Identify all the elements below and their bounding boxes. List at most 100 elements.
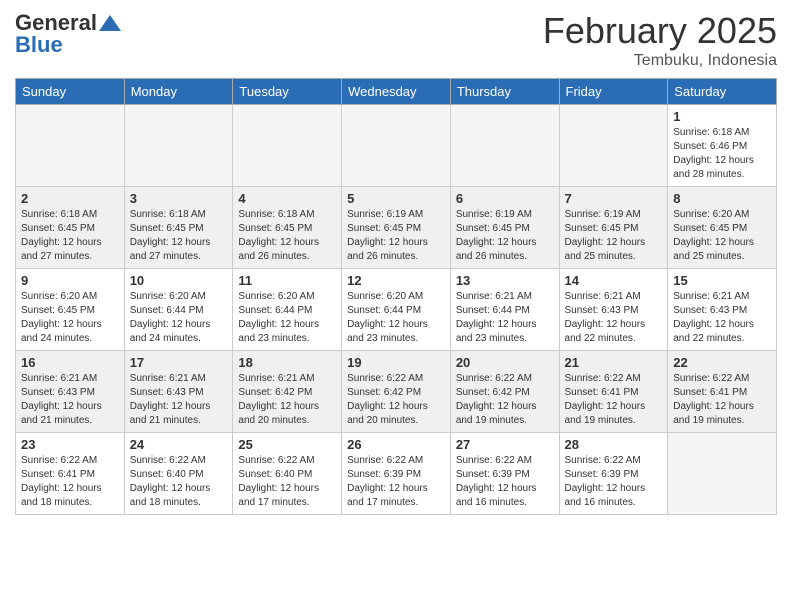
title-area: February 2025 Tembuku, Indonesia	[543, 10, 777, 70]
day-number: 22	[673, 355, 771, 370]
calendar-row-3: 16 Sunrise: 6:21 AM Sunset: 6:43 PM Dayli…	[16, 351, 777, 433]
calendar-cell: 15Sunrise: 6:21 AM Sunset: 6:43 PM Dayli…	[668, 269, 777, 351]
day-number: 5	[347, 191, 445, 206]
day-info: Sunrise: 6:21 AM Sunset: 6:43 PM Dayligh…	[673, 290, 771, 346]
day-info: Sunrise: 6:22 AM Sunset: 6:39 PM Dayligh…	[456, 454, 554, 510]
logo-icon	[99, 15, 121, 31]
day-number: 13	[456, 273, 554, 288]
calendar-cell: 6Sunrise: 6:19 AM Sunset: 6:45 PM Daylig…	[450, 187, 559, 269]
day-info: Sunrise: 6:21 AM Sunset: 6:43 PM Dayligh…	[21, 372, 119, 428]
day-number: 8	[673, 191, 771, 206]
calendar-cell	[559, 105, 668, 187]
calendar-cell: 10Sunrise: 6:20 AM Sunset: 6:44 PM Dayli…	[124, 269, 233, 351]
header: General Blue February 2025 Tembuku, Indo…	[15, 10, 777, 70]
day-info: Sunrise: 6:18 AM Sunset: 6:45 PM Dayligh…	[238, 208, 336, 264]
day-info: Sunrise: 6:19 AM Sunset: 6:45 PM Dayligh…	[456, 208, 554, 264]
day-number: 16	[21, 355, 119, 370]
calendar-cell	[668, 433, 777, 515]
day-number: 20	[456, 355, 554, 370]
col-header-saturday: Saturday	[668, 79, 777, 105]
calendar-cell: 12Sunrise: 6:20 AM Sunset: 6:44 PM Dayli…	[342, 269, 451, 351]
calendar-cell: 4 Sunrise: 6:18 AM Sunset: 6:45 PM Daylig…	[233, 187, 342, 269]
day-number: 14	[565, 273, 663, 288]
day-number: 17	[130, 355, 228, 370]
day-number: 21	[565, 355, 663, 370]
calendar-cell: 18 Sunrise: 6:21 AM Sunset: 6:42 PM Dayli…	[233, 351, 342, 433]
day-info: Sunrise: 6:20 AM Sunset: 6:45 PM Dayligh…	[673, 208, 771, 264]
day-info: Sunrise: 6:21 AM Sunset: 6:43 PM Dayligh…	[565, 290, 663, 346]
calendar-cell: 19 Sunrise: 6:22 AM Sunset: 6:42 PM Dayli…	[342, 351, 451, 433]
calendar-row-1: 2 Sunrise: 6:18 AM Sunset: 6:45 PM Daylig…	[16, 187, 777, 269]
day-info: Sunrise: 6:21 AM Sunset: 6:43 PM Dayligh…	[130, 372, 228, 428]
col-header-friday: Friday	[559, 79, 668, 105]
day-number: 28	[565, 437, 663, 452]
location: Tembuku, Indonesia	[543, 52, 777, 70]
day-number: 1	[673, 109, 771, 124]
calendar-cell: 23 Sunrise: 6:22 AM Sunset: 6:41 PM Dayli…	[16, 433, 125, 515]
logo: General Blue	[15, 10, 121, 58]
day-number: 23	[21, 437, 119, 452]
day-number: 4	[238, 191, 336, 206]
day-info: Sunrise: 6:22 AM Sunset: 6:42 PM Dayligh…	[347, 372, 445, 428]
calendar-cell: 8 Sunrise: 6:20 AM Sunset: 6:45 PM Daylig…	[668, 187, 777, 269]
calendar-cell	[16, 105, 125, 187]
day-number: 25	[238, 437, 336, 452]
day-number: 3	[130, 191, 228, 206]
day-info: Sunrise: 6:18 AM Sunset: 6:45 PM Dayligh…	[130, 208, 228, 264]
calendar-cell: 7Sunrise: 6:19 AM Sunset: 6:45 PM Daylig…	[559, 187, 668, 269]
calendar-cell: 20 Sunrise: 6:22 AM Sunset: 6:42 PM Dayli…	[450, 351, 559, 433]
calendar-cell	[233, 105, 342, 187]
day-info: Sunrise: 6:22 AM Sunset: 6:40 PM Dayligh…	[130, 454, 228, 510]
calendar-row-4: 23 Sunrise: 6:22 AM Sunset: 6:41 PM Dayli…	[16, 433, 777, 515]
day-number: 9	[21, 273, 119, 288]
calendar-cell: 22 Sunrise: 6:22 AM Sunset: 6:41 PM Dayli…	[668, 351, 777, 433]
day-info: Sunrise: 6:20 AM Sunset: 6:45 PM Dayligh…	[21, 290, 119, 346]
day-info: Sunrise: 6:22 AM Sunset: 6:39 PM Dayligh…	[565, 454, 663, 510]
calendar-cell: 1Sunrise: 6:18 AM Sunset: 6:46 PM Daylig…	[668, 105, 777, 187]
day-info: Sunrise: 6:20 AM Sunset: 6:44 PM Dayligh…	[238, 290, 336, 346]
logo-blue: Blue	[15, 32, 121, 58]
day-number: 2	[21, 191, 119, 206]
col-header-monday: Monday	[124, 79, 233, 105]
calendar-cell: 13 Sunrise: 6:21 AM Sunset: 6:44 PM Dayli…	[450, 269, 559, 351]
calendar-cell: 9 Sunrise: 6:20 AM Sunset: 6:45 PM Daylig…	[16, 269, 125, 351]
calendar-cell: 21 Sunrise: 6:22 AM Sunset: 6:41 PM Dayli…	[559, 351, 668, 433]
day-info: Sunrise: 6:22 AM Sunset: 6:40 PM Dayligh…	[238, 454, 336, 510]
day-info: Sunrise: 6:22 AM Sunset: 6:41 PM Dayligh…	[21, 454, 119, 510]
day-info: Sunrise: 6:19 AM Sunset: 6:45 PM Dayligh…	[347, 208, 445, 264]
day-info: Sunrise: 6:22 AM Sunset: 6:42 PM Dayligh…	[456, 372, 554, 428]
day-number: 27	[456, 437, 554, 452]
calendar-cell: 24 Sunrise: 6:22 AM Sunset: 6:40 PM Dayli…	[124, 433, 233, 515]
calendar-cell: 5 Sunrise: 6:19 AM Sunset: 6:45 PM Daylig…	[342, 187, 451, 269]
day-number: 26	[347, 437, 445, 452]
calendar-cell: 25 Sunrise: 6:22 AM Sunset: 6:40 PM Dayli…	[233, 433, 342, 515]
col-header-sunday: Sunday	[16, 79, 125, 105]
day-number: 24	[130, 437, 228, 452]
day-info: Sunrise: 6:21 AM Sunset: 6:44 PM Dayligh…	[456, 290, 554, 346]
day-info: Sunrise: 6:22 AM Sunset: 6:41 PM Dayligh…	[565, 372, 663, 428]
calendar-cell: 2 Sunrise: 6:18 AM Sunset: 6:45 PM Daylig…	[16, 187, 125, 269]
month-title: February 2025	[543, 10, 777, 52]
day-number: 7	[565, 191, 663, 206]
calendar-cell: 14 Sunrise: 6:21 AM Sunset: 6:43 PM Dayli…	[559, 269, 668, 351]
day-number: 10	[130, 273, 228, 288]
calendar-row-2: 9 Sunrise: 6:20 AM Sunset: 6:45 PM Daylig…	[16, 269, 777, 351]
day-info: Sunrise: 6:22 AM Sunset: 6:39 PM Dayligh…	[347, 454, 445, 510]
day-info: Sunrise: 6:21 AM Sunset: 6:42 PM Dayligh…	[238, 372, 336, 428]
day-number: 18	[238, 355, 336, 370]
calendar-cell: 27 Sunrise: 6:22 AM Sunset: 6:39 PM Dayli…	[450, 433, 559, 515]
day-info: Sunrise: 6:20 AM Sunset: 6:44 PM Dayligh…	[347, 290, 445, 346]
day-info: Sunrise: 6:22 AM Sunset: 6:41 PM Dayligh…	[673, 372, 771, 428]
calendar-cell: 28 Sunrise: 6:22 AM Sunset: 6:39 PM Dayli…	[559, 433, 668, 515]
day-number: 11	[238, 273, 336, 288]
calendar-table: SundayMondayTuesdayWednesdayThursdayFrid…	[15, 78, 777, 515]
day-number: 19	[347, 355, 445, 370]
calendar-cell: 26 Sunrise: 6:22 AM Sunset: 6:39 PM Dayli…	[342, 433, 451, 515]
header-row: SundayMondayTuesdayWednesdayThursdayFrid…	[16, 79, 777, 105]
day-info: Sunrise: 6:18 AM Sunset: 6:45 PM Dayligh…	[21, 208, 119, 264]
calendar-container: General Blue February 2025 Tembuku, Indo…	[0, 0, 792, 612]
calendar-cell	[342, 105, 451, 187]
col-header-thursday: Thursday	[450, 79, 559, 105]
calendar-cell: 17 Sunrise: 6:21 AM Sunset: 6:43 PM Dayli…	[124, 351, 233, 433]
col-header-wednesday: Wednesday	[342, 79, 451, 105]
